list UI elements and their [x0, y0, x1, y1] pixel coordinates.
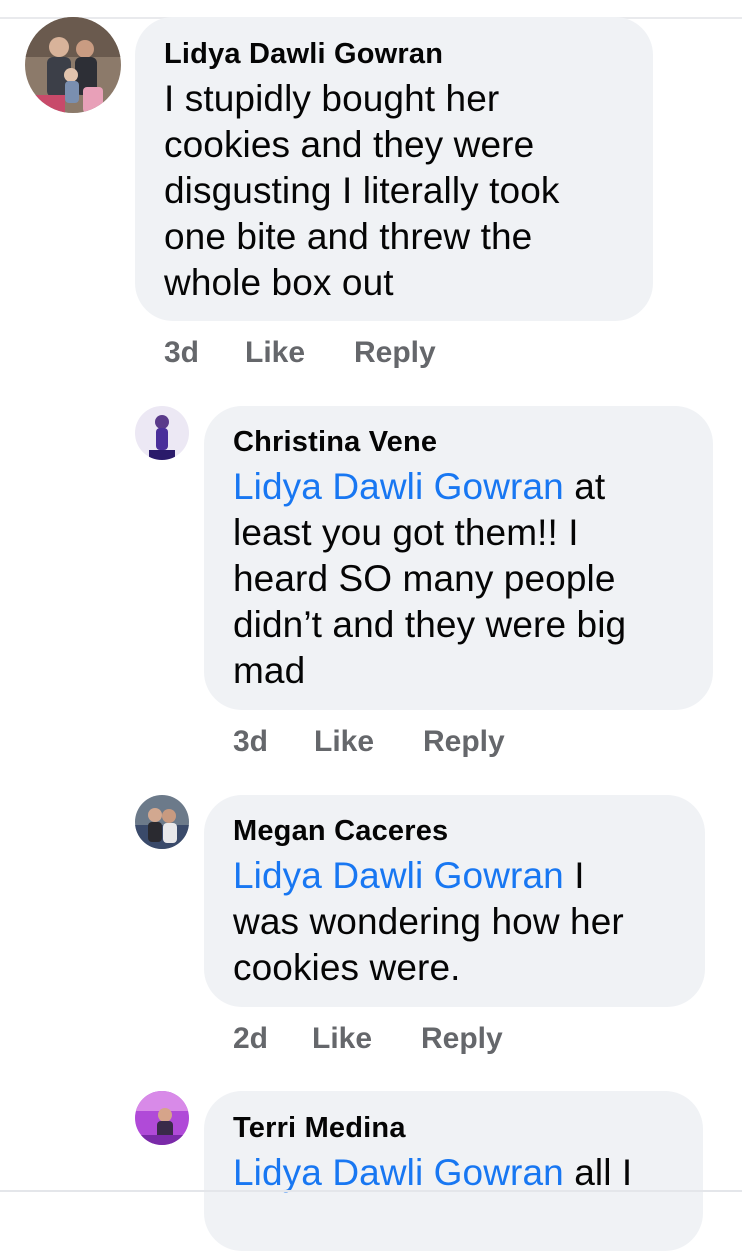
comment-author[interactable]: Lidya Dawli Gowran: [164, 37, 443, 71]
comment-line: was wondering how her: [233, 901, 624, 942]
avatar[interactable]: [135, 795, 189, 849]
comment-timestamp: 3d: [164, 336, 200, 369]
avatar[interactable]: [135, 406, 189, 460]
reply-button[interactable]: Reply: [423, 724, 505, 760]
bottom-divider: [0, 1190, 742, 1192]
comment-line: heard SO many people: [233, 558, 616, 599]
comment-line-rest: I: [563, 855, 585, 896]
comment-text: I stupidly bought her cookies and they w…: [164, 76, 560, 306]
comment-line: whole box out: [164, 262, 394, 303]
comment-line: least you got them!! I: [233, 512, 579, 553]
comment-author[interactable]: Christina Vene: [233, 425, 437, 459]
comment-author[interactable]: Terri Medina: [233, 1111, 406, 1145]
comment-line: one bite and threw the: [164, 216, 533, 257]
comment-line-rest: at: [563, 466, 606, 507]
avatar[interactable]: [25, 17, 121, 113]
comment-text: Lidya Dawli Gowran I was wondering how h…: [233, 853, 624, 991]
like-button[interactable]: Like: [312, 1021, 372, 1057]
comment-timestamp: 3d: [233, 725, 269, 758]
comment-line: disgusting I literally took: [164, 170, 560, 211]
avatar[interactable]: [135, 1091, 189, 1145]
comment-actions: 2d Like Reply: [0, 1021, 742, 1057]
comment-timestamp: 2d: [233, 1022, 269, 1055]
like-button[interactable]: Like: [245, 335, 305, 371]
reply-button[interactable]: Reply: [354, 335, 436, 371]
mention-link[interactable]: Lidya Dawli Gowran: [233, 855, 564, 896]
comment-line: didn’t and they were big: [233, 604, 627, 645]
comment-line: cookies were.: [233, 947, 461, 988]
comment-line: Lidya Dawli Gowran at: [233, 464, 626, 510]
comment-text: Lidya Dawli Gowran at least you got them…: [233, 464, 626, 694]
comment-line: I stupidly bought her: [164, 78, 500, 119]
comment-actions: 3d Like Reply: [0, 724, 742, 760]
comment-line: cookies and they were: [164, 124, 535, 165]
comment-line: mad: [233, 650, 306, 691]
comment-author[interactable]: Megan Caceres: [233, 814, 448, 848]
mention-link[interactable]: Lidya Dawli Gowran: [233, 466, 564, 507]
comment-actions: 3d Like Reply: [0, 335, 742, 371]
reply-button[interactable]: Reply: [421, 1021, 503, 1057]
mention-link[interactable]: Lidya Dawli Gowran: [233, 1152, 564, 1193]
like-button[interactable]: Like: [314, 724, 374, 760]
comment-line: Lidya Dawli Gowran I: [233, 853, 624, 899]
comment-line-rest: all I: [563, 1152, 633, 1193]
